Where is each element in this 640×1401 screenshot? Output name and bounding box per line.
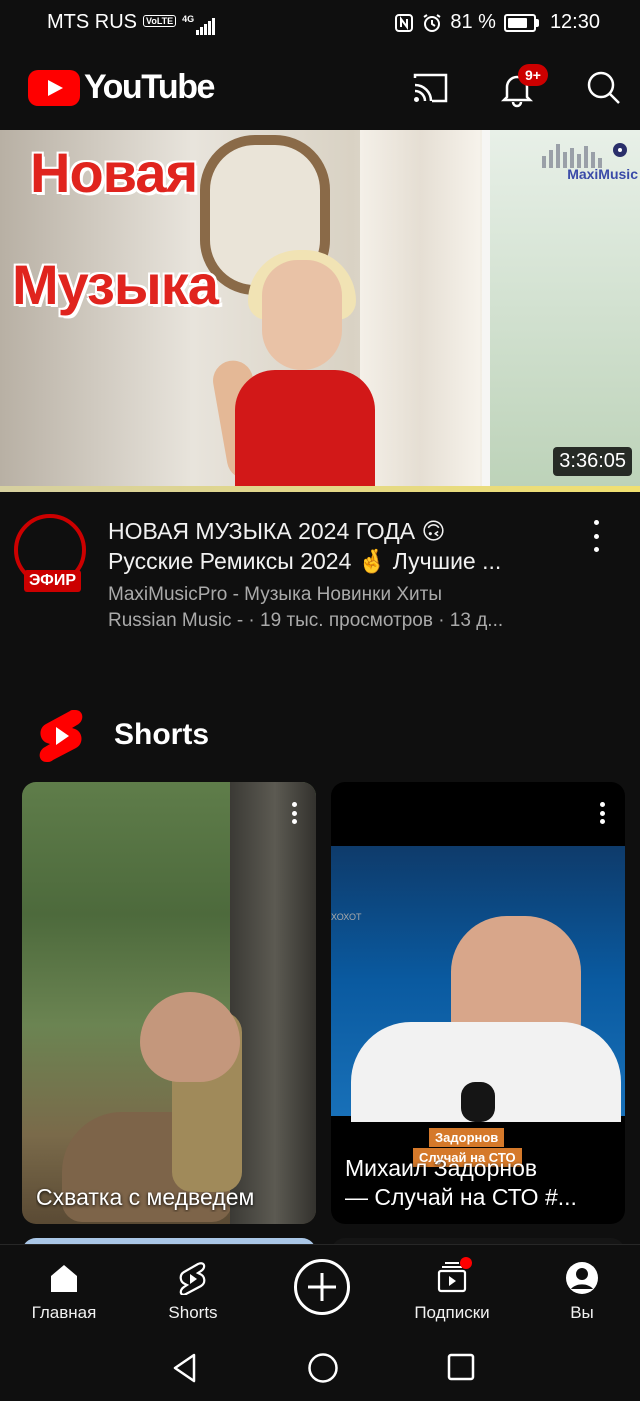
search-icon <box>587 71 620 104</box>
status-bar: MTS RUS VoLTE 4G 81 % 12:30 <box>0 0 640 46</box>
microphone-icon <box>461 1082 495 1122</box>
search-button[interactable] <box>583 68 623 108</box>
nav-you[interactable]: Вы <box>518 1245 640 1337</box>
system-nav <box>0 1336 640 1401</box>
clock: 12:30 <box>549 11 600 33</box>
shorts-section-header: Shorts <box>36 704 436 768</box>
thumbnail-curtain <box>360 130 480 492</box>
short-thumbnail-tree <box>230 782 316 1224</box>
video-duration: 3:36:05 <box>553 447 632 476</box>
short-title-line1: Михаил Задорнов <box>345 1155 538 1181</box>
video-more-button[interactable] <box>584 520 608 552</box>
thumbnail-brand: MaxiMusic <box>567 166 638 182</box>
battery-percent: 81 % <box>450 11 496 33</box>
short-card[interactable]: ХОХОТ Задорнов Случай на СТО Михаил Задо… <box>331 782 625 1224</box>
account-icon <box>566 1262 598 1294</box>
carrier-name: MTS RUS <box>47 11 137 33</box>
nav-shorts-label: Shorts <box>168 1303 218 1322</box>
more-dot <box>593 520 599 525</box>
more-dot <box>291 810 297 816</box>
short-corner-text: ХОХОТ <box>331 912 362 922</box>
nav-home[interactable]: Главная <box>0 1245 128 1337</box>
youtube-logo[interactable]: YouTube <box>28 68 215 107</box>
nav-create[interactable] <box>258 1245 386 1337</box>
more-dot <box>291 819 297 824</box>
cast-icon <box>413 73 448 103</box>
more-dot <box>593 533 599 539</box>
more-dot <box>291 802 297 807</box>
thumbnail-equalizer-icon <box>542 143 627 168</box>
short-title-line1: Схватка с медведем <box>36 1184 255 1210</box>
short-thumbnail-head <box>140 992 240 1082</box>
nav-subscriptions-label: Подписки <box>414 1303 490 1322</box>
video-meta: MaxiMusicPro - Музыка Новинки Хиты Russi… <box>108 582 578 634</box>
status-right: 81 % 12:30 <box>394 11 600 34</box>
thumbnail-window <box>482 130 640 492</box>
youtube-play-icon <box>28 69 80 106</box>
more-dot <box>593 547 599 552</box>
live-badge: ЭФИР <box>24 570 81 592</box>
shorts-icon <box>179 1262 206 1295</box>
nav-home-label: Главная <box>31 1303 97 1322</box>
create-plus-icon <box>294 1259 350 1315</box>
short-title-line2: — Случай на СТО #... <box>345 1184 577 1210</box>
recents-icon[interactable] <box>446 1352 476 1382</box>
alarm-icon <box>423 13 441 32</box>
app-header: YouTube <box>0 46 640 130</box>
video-title[interactable]: НОВАЯ МУЗЫКА 2024 ГОДА 🙃 Русские Ремиксы… <box>108 516 568 576</box>
cast-button[interactable] <box>410 68 450 108</box>
battery-icon <box>503 13 539 32</box>
thumbnail-figure-dress <box>235 370 375 492</box>
short-title: Михаил Задорнов — Случай на СТО #... <box>345 1154 615 1212</box>
notifications-badge: 9+ <box>518 64 548 86</box>
subscriptions-new-dot <box>460 1257 472 1269</box>
nav-subscriptions[interactable]: Подписки <box>388 1245 516 1337</box>
more-dot <box>599 819 605 824</box>
video-title-line1: НОВАЯ МУЗЫКА 2024 ГОДА 🙃 <box>108 518 446 544</box>
nav-shorts[interactable]: Shorts <box>129 1245 257 1337</box>
more-dot <box>599 802 605 807</box>
bottom-nav: Главная Shorts Подписки Вы <box>0 1244 640 1337</box>
video-thumbnail[interactable]: Новая Музыка MaxiMusic 3:36:05 <box>0 130 640 492</box>
video-info: ЭФИР НОВАЯ МУЗЫКА 2024 ГОДА 🙃 Русские Ре… <box>0 512 640 642</box>
home-circle-icon[interactable] <box>307 1352 339 1384</box>
nav-you-label: Вы <box>570 1303 594 1322</box>
thumbnail-title-line2: Музыка <box>12 253 219 316</box>
back-icon[interactable] <box>170 1352 200 1384</box>
app-name: YouTube <box>84 68 215 106</box>
thumbnail-title-line1: Новая <box>30 141 198 204</box>
short-more-button[interactable] <box>282 802 306 824</box>
short-card[interactable]: Схватка с медведем <box>22 782 316 1224</box>
video-meta-line2: Russian Music - · 19 тыс. просмотров · 1… <box>108 610 504 631</box>
short-overlay-label: Задорнов <box>429 1128 505 1147</box>
shorts-section-title: Shorts <box>114 718 210 751</box>
thumbnail-progress-strip <box>0 486 640 492</box>
short-title: Схватка с медведем <box>36 1183 306 1212</box>
signal-icon <box>196 12 216 35</box>
nfc-icon <box>395 13 414 32</box>
more-dot <box>599 810 605 816</box>
network-type: 4G <box>182 14 195 24</box>
thumbnail-figure-head <box>262 260 342 370</box>
video-meta-line1: MaxiMusicPro - Музыка Новинки Хиты <box>108 584 443 605</box>
shorts-logo-icon <box>39 709 83 763</box>
short-more-button[interactable] <box>590 802 614 824</box>
volte-indicator: VoLTE <box>143 15 177 27</box>
video-title-line2: Русские Ремиксы 2024 🤞 Лучшие ... <box>108 548 502 574</box>
home-icon <box>51 1265 77 1292</box>
status-left: MTS RUS VoLTE 4G <box>47 11 216 35</box>
